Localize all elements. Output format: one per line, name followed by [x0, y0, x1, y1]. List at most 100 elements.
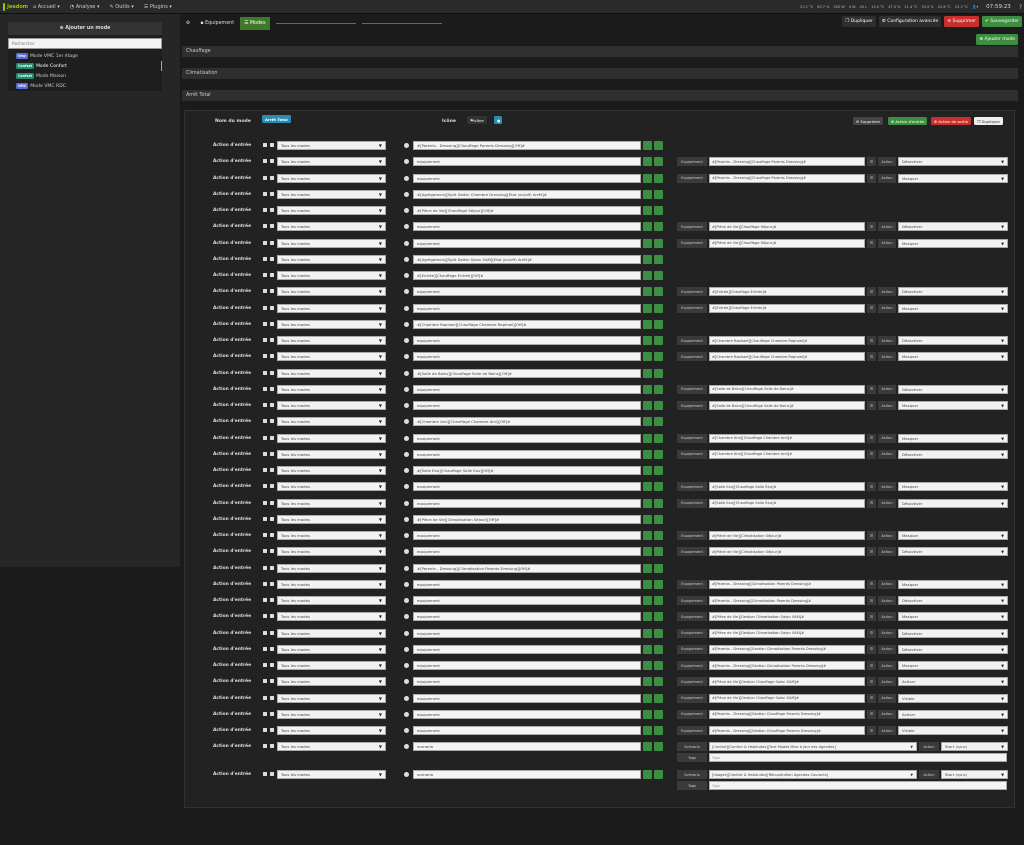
mode-select[interactable]: Tous les modes ▼: [277, 693, 386, 703]
background-checkbox[interactable]: [270, 565, 274, 570]
remove-action-icon[interactable]: [404, 772, 409, 778]
mode-select[interactable]: Tous les modes ▼: [277, 531, 386, 540]
command-input[interactable]: equipement: [413, 644, 641, 654]
select-equipment-button[interactable]: [654, 677, 663, 687]
enable-checkbox[interactable]: [263, 500, 267, 505]
mode-list-item[interactable]: Confort Mode Confort: [8, 61, 162, 71]
list-icon[interactable]: ☰: [867, 303, 876, 313]
select-equipment-button[interactable]: [654, 141, 663, 150]
action-select[interactable]: Désactiver ▼: [898, 222, 1008, 232]
list-icon[interactable]: ☰: [867, 433, 876, 443]
command-input[interactable]: #[Chambre Ami][Chauffage Chambre Ami][Of…: [413, 417, 641, 427]
select-equipment-button[interactable]: [654, 531, 663, 540]
list-icon[interactable]: ☰: [867, 612, 876, 622]
background-checkbox[interactable]: [270, 468, 274, 472]
enable-checkbox[interactable]: [263, 419, 267, 424]
action-select[interactable]: Désactiver ▼: [898, 449, 1008, 459]
action-select[interactable]: Désactiver ▼: [898, 336, 1008, 345]
enable-checkbox[interactable]: [263, 663, 267, 667]
mode-select[interactable]: Tous les modes ▼: [277, 596, 386, 605]
remove-action-icon[interactable]: [404, 468, 409, 473]
select-command-button[interactable]: [643, 189, 652, 199]
remove-action-icon[interactable]: [404, 305, 409, 311]
select-command-button[interactable]: [643, 336, 652, 345]
select-command-button[interactable]: [643, 661, 652, 670]
action-select[interactable]: Masquer ▼: [898, 303, 1008, 313]
select-equipment-button[interactable]: [654, 222, 663, 232]
command-input[interactable]: equipement: [413, 482, 641, 492]
equipement-input[interactable]: #[Pièce de Vie][Chauffage Séjour]#: [709, 222, 865, 232]
equipement-input[interactable]: #[Pièce de Vie][Climatisation Séjour]#: [709, 547, 865, 557]
select-equipment-button[interactable]: [654, 287, 663, 297]
select-equipment-button[interactable]: [654, 189, 663, 199]
list-icon[interactable]: ☰: [867, 157, 876, 167]
background-checkbox[interactable]: [270, 370, 274, 375]
action-select[interactable]: Masquer ▼: [898, 579, 1008, 589]
action-select[interactable]: Masquer ▼: [898, 482, 1008, 492]
tags-input[interactable]: Tags: [709, 781, 1007, 791]
select-equipment-button[interactable]: [654, 547, 663, 557]
action-select[interactable]: Masquer ▼: [898, 173, 1008, 183]
command-input[interactable]: equipement: [413, 709, 641, 719]
select-command-button[interactable]: [643, 206, 652, 215]
remove-action-icon[interactable]: [404, 208, 409, 213]
equipement-input[interactable]: #[Parents - Dressing][Climatisation Pare…: [709, 579, 865, 589]
select-equipment-button[interactable]: [654, 514, 663, 524]
mode-select[interactable]: Tous les modes ▼: [277, 677, 386, 687]
command-input[interactable]: equipement: [413, 303, 641, 313]
command-input[interactable]: equipement: [413, 384, 641, 394]
select-command-button[interactable]: [643, 547, 652, 557]
enable-checkbox[interactable]: [263, 305, 267, 310]
select-command-button[interactable]: [643, 531, 652, 540]
remove-action-icon[interactable]: [404, 646, 409, 652]
equipement-input[interactable]: #[Parents - Dressing][Gestion Chauffage …: [709, 709, 865, 719]
mode-select[interactable]: Tous les modes ▼: [277, 206, 386, 215]
select-command-button[interactable]: [643, 709, 652, 719]
select-command-button[interactable]: [643, 254, 652, 264]
add-mode-button[interactable]: ⊕ Ajouter un mode: [8, 22, 162, 35]
command-input[interactable]: #[Parents - Dressing][Climatisation Pare…: [413, 563, 641, 573]
equipement-input[interactable]: #[Parents - Dressing][Chauffage Parents …: [709, 157, 865, 167]
background-checkbox[interactable]: [270, 728, 274, 732]
list-icon[interactable]: ☰: [867, 336, 876, 345]
command-input[interactable]: #[Chambre Raphael][Chauffage Chambre Rap…: [413, 319, 641, 329]
select-equipment-button[interactable]: [654, 173, 663, 183]
list-icon[interactable]: ☰: [867, 596, 876, 605]
background-checkbox[interactable]: [270, 143, 274, 147]
background-checkbox[interactable]: [270, 354, 274, 359]
command-input[interactable]: equipement: [413, 547, 641, 557]
select-command-button[interactable]: [643, 742, 652, 752]
command-input[interactable]: equipement: [413, 693, 641, 703]
enable-checkbox[interactable]: [263, 403, 267, 407]
equipement-input[interactable]: #[Chambre Raphael][Chauffage Chambre Rap…: [709, 352, 865, 362]
command-input[interactable]: equipement: [413, 677, 641, 687]
mode-select[interactable]: Tous les modes ▼: [277, 189, 386, 199]
mode-select[interactable]: Tous les modes ▼: [277, 368, 386, 378]
select-command-button[interactable]: [643, 352, 652, 362]
equipement-input[interactable]: #[Parents - Dressing][Gestion Climatisat…: [709, 644, 865, 654]
select-command-button[interactable]: [643, 482, 652, 492]
user-menu-icon[interactable]: 👤▾: [970, 5, 980, 9]
select-command-button[interactable]: [643, 449, 652, 459]
list-icon[interactable]: ☰: [867, 384, 876, 394]
mode-select[interactable]: Tous les modes ▼: [277, 482, 386, 492]
mode-select[interactable]: Tous les modes ▼: [277, 709, 386, 719]
background-checkbox[interactable]: [270, 191, 274, 196]
remove-action-icon[interactable]: [404, 143, 409, 148]
mode-list-item[interactable]: VMC Mode VMC RDC: [8, 81, 162, 91]
background-checkbox[interactable]: [270, 598, 274, 602]
equipement-input[interactable]: #[Salle de Bains][Chauffage Salle de Bai…: [709, 384, 865, 394]
background-checkbox[interactable]: [270, 614, 274, 619]
select-equipment-button[interactable]: [654, 384, 663, 394]
remove-action-icon[interactable]: [404, 403, 409, 408]
action-select[interactable]: Masquer ▼: [898, 661, 1008, 670]
select-equipment-button[interactable]: [654, 303, 663, 313]
list-icon[interactable]: ☰: [867, 531, 876, 540]
icon-button[interactable]: ⚑ Icône: [467, 116, 487, 124]
mode-select[interactable]: Tous les modes ▼: [277, 563, 386, 573]
action-select[interactable]: Désactiver ▼: [898, 547, 1008, 557]
background-checkbox[interactable]: [270, 403, 274, 407]
select-command-button[interactable]: [643, 141, 652, 150]
enable-checkbox[interactable]: [263, 728, 267, 732]
equipement-input[interactable]: #[Parents - Dressing][Gestion Chauffage …: [709, 726, 865, 735]
